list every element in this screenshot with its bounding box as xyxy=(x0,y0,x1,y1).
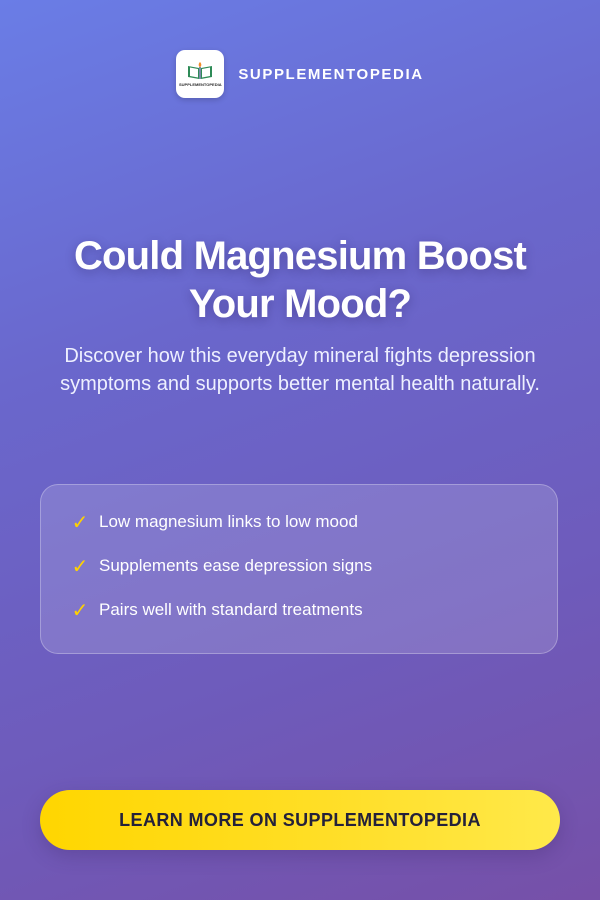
brand-name: SUPPLEMENTOPEDIA xyxy=(238,65,424,83)
logo-wordmark: SUPPLEMENTOPEDIA xyxy=(179,82,222,87)
headline: Could Magnesium Boost Your Mood? xyxy=(73,234,527,326)
benefit-item: ✓ Low magnesium links to low mood xyxy=(71,511,557,534)
checkmark-icon: ✓ xyxy=(71,599,89,622)
benefit-text: Supplements ease depression signs xyxy=(99,556,373,575)
benefits-card: ✓ Low magnesium links to low mood ✓ Supp… xyxy=(40,484,558,654)
checkmark-icon: ✓ xyxy=(71,555,89,578)
checkmark-icon: ✓ xyxy=(71,511,89,534)
brand-header: SUPPLEMENTOPEDIA SUPPLEMENTOPEDIA xyxy=(0,50,600,98)
benefit-item: ✓ Supplements ease depression signs xyxy=(71,555,557,578)
logo: SUPPLEMENTOPEDIA xyxy=(176,50,225,98)
learn-more-button[interactable]: LEARN MORE ON SUPPLEMENTOPEDIA xyxy=(40,790,560,850)
benefit-text: Pairs well with standard treatments xyxy=(99,600,363,619)
benefit-text: Low magnesium links to low mood xyxy=(99,512,358,531)
subheadline: Discover how this everyday mineral fight… xyxy=(60,345,540,395)
book-icon xyxy=(188,62,213,79)
benefit-item: ✓ Pairs well with standard treatments xyxy=(71,599,557,622)
